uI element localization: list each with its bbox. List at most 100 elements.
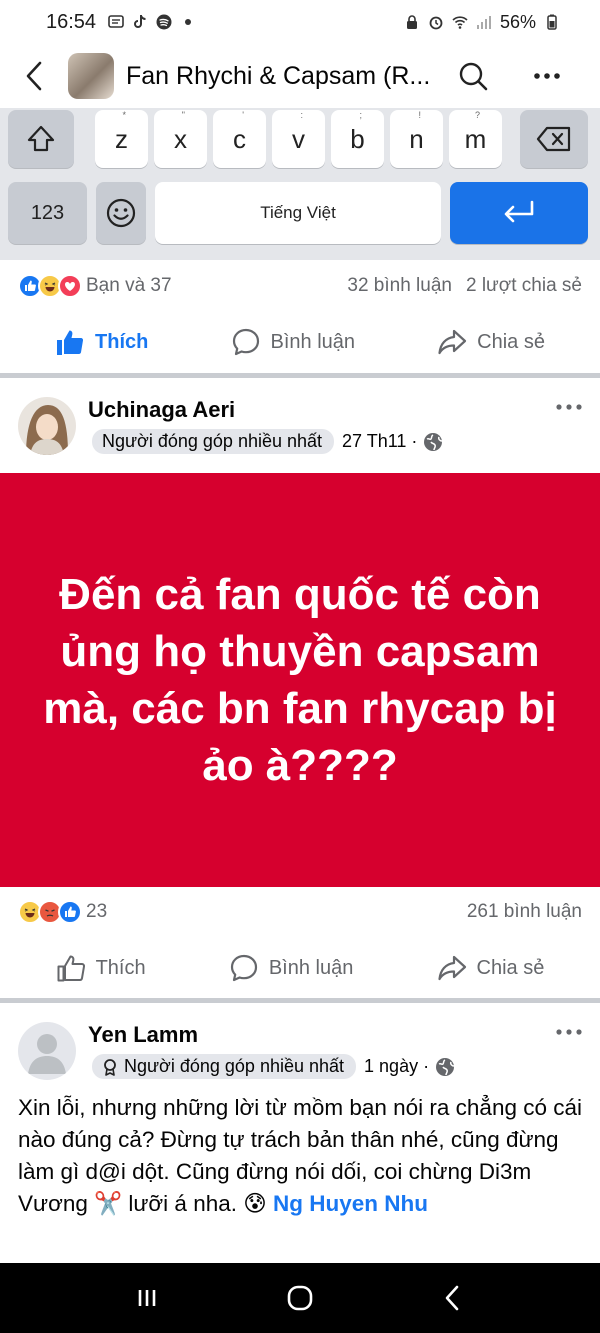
key-label: n <box>409 123 424 154</box>
spotify-icon <box>156 14 172 30</box>
lock-icon <box>406 15 417 29</box>
share-icon <box>438 329 467 355</box>
comment-count[interactable]: 32 bình luận <box>347 275 452 297</box>
comment-label: Bình luận <box>268 956 354 979</box>
search-icon[interactable] <box>458 61 488 91</box>
message-icon <box>108 15 124 28</box>
share-icon <box>437 955 466 981</box>
share-label: Chia sẻ <box>476 956 545 979</box>
text-background-post[interactable]: Đến cả fan quốc tế còn ủng họ thuyền cap… <box>0 473 600 887</box>
comment-button[interactable]: Bình luận <box>229 953 354 983</box>
share-button[interactable]: Chia sẻ <box>437 327 545 357</box>
like-reaction-icon <box>58 900 82 924</box>
home-icon[interactable] <box>284 1282 316 1314</box>
avatar[interactable] <box>18 1022 76 1080</box>
back-nav-icon[interactable] <box>437 1282 469 1314</box>
post-author-name[interactable]: Yen Lamm <box>88 1022 198 1048</box>
comment-button[interactable]: Bình luận <box>231 327 356 357</box>
like-label: Thích <box>95 330 149 353</box>
reaction-emojis <box>18 274 82 298</box>
love-reaction-icon <box>58 274 82 298</box>
like-button[interactable]: Thích <box>55 327 148 357</box>
alarm-icon <box>429 16 443 30</box>
battery-icon <box>547 14 557 30</box>
key-c[interactable]: ' c <box>213 110 266 168</box>
group-title[interactable]: Fan Rhychi & Capsam (R... <box>126 62 444 91</box>
reaction-count: 23 <box>86 901 108 922</box>
share-count[interactable]: 2 lượt chia sẻ <box>466 275 582 297</box>
system-navigation-bar <box>0 1263 600 1333</box>
numbers-key[interactable]: 123 <box>8 182 87 244</box>
top-contributor-badge[interactable]: Người đóng góp nhiều nhất <box>92 429 335 454</box>
backspace-key[interactable] <box>520 110 588 168</box>
post-actions: Thích Bình luận Chia sẻ <box>0 938 600 998</box>
globe-icon <box>436 1057 455 1076</box>
key-b[interactable]: ; b <box>331 110 384 168</box>
comment-label: Bình luận <box>270 330 356 353</box>
key-label: c <box>233 123 246 154</box>
reaction-summary[interactable]: Bạn và 37 32 bình luận 2 lượt chia sẻ <box>0 260 600 312</box>
post-time: 1 ngày · <box>364 1056 430 1076</box>
key-label: m <box>464 123 487 154</box>
globe-icon <box>424 432 443 451</box>
author-meta: Người đóng góp nhiều nhất 1 ngày · <box>92 1054 455 1079</box>
post-text: Xin lỗi, nhưng những lời từ mồm bạn nói … <box>18 1092 584 1220</box>
thumbs-up-icon <box>57 955 85 982</box>
share-button[interactable]: Chia sẻ <box>437 953 545 983</box>
key-label: z <box>115 123 128 154</box>
reaction-count-label: Bạn và 37 <box>86 275 172 296</box>
reaction-emojis <box>18 900 82 924</box>
dot-icon <box>185 19 192 25</box>
award-icon <box>104 1058 116 1076</box>
key-hint: : <box>300 110 303 120</box>
emoji-icon <box>106 198 136 228</box>
post-header: Uchinaga Aeri Người đóng góp nhiều nhất … <box>0 383 600 463</box>
engagement-stats: 32 bình luận 2 lượt chia sẻ <box>347 275 582 297</box>
comment-icon <box>232 328 259 356</box>
more-options-icon[interactable] <box>532 61 562 91</box>
like-button[interactable]: Thích <box>56 953 146 983</box>
badge-label: Người đóng góp nhiều nhất <box>102 431 323 451</box>
engagement-stats: 261 bình luận <box>467 901 582 923</box>
group-cover-thumbnail[interactable] <box>68 53 114 99</box>
avatar[interactable] <box>18 397 76 455</box>
key-n[interactable]: ! n <box>390 110 443 168</box>
chevron-left-icon <box>26 61 42 91</box>
status-right: 56% <box>404 12 560 33</box>
key-hint: ! <box>418 110 421 120</box>
key-x[interactable]: " x <box>154 110 207 168</box>
status-time: 16:54 <box>46 10 97 33</box>
thumbs-up-icon <box>57 330 84 355</box>
reaction-summary[interactable]: 23 261 bình luận <box>0 886 600 938</box>
post-time: 27 Th11 · <box>342 431 418 451</box>
wifi-icon <box>452 16 468 29</box>
mention-link[interactable]: Ng Huyen Nhu <box>273 1191 428 1216</box>
key-z[interactable]: * z <box>95 110 148 168</box>
comment-count[interactable]: 261 bình luận <box>467 901 582 923</box>
post-actions: Thích Bình luận Chia sẻ <box>0 312 600 372</box>
emoji-key[interactable] <box>96 182 146 244</box>
post-author-name[interactable]: Uchinaga Aeri <box>88 397 235 423</box>
share-label: Chia sẻ <box>477 330 545 353</box>
badge-label: Người đóng góp nhiều nhất <box>124 1056 345 1076</box>
key-v[interactable]: :v <box>272 110 325 168</box>
recent-apps-icon[interactable] <box>131 1282 163 1314</box>
enter-key[interactable] <box>450 182 588 244</box>
post-separator <box>0 998 600 1003</box>
space-key[interactable]: Tiếng Việt <box>155 182 441 244</box>
post-timestamp[interactable]: 27 Th11 · <box>342 431 443 452</box>
key-label: b <box>350 123 365 154</box>
key-hint: " <box>181 110 185 120</box>
banner-text: Đến cả fan quốc tế còn ủng họ thuyền cap… <box>43 570 557 790</box>
shift-key[interactable] <box>8 110 74 168</box>
key-m[interactable]: ? m <box>449 110 502 168</box>
key-hint: ' <box>242 110 244 120</box>
back-button[interactable] <box>0 44 68 108</box>
post-timestamp[interactable]: 1 ngày · <box>364 1056 455 1077</box>
post-more-icon[interactable] <box>554 397 584 417</box>
key-hint: * <box>122 110 126 120</box>
top-contributor-badge[interactable]: Người đóng góp nhiều nhất <box>92 1054 357 1079</box>
shift-icon <box>27 125 55 152</box>
post-more-icon[interactable] <box>554 1022 584 1042</box>
post-separator <box>0 373 600 378</box>
